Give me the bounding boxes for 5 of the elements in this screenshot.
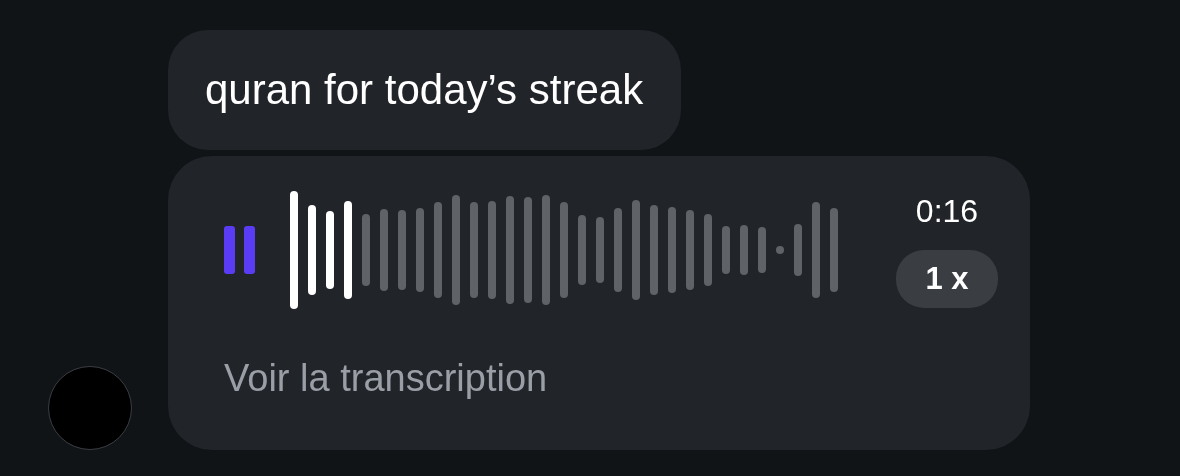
duration-text: 0:16: [915, 192, 979, 230]
transcription-link[interactable]: Voir la transcription: [224, 357, 998, 400]
speed-button[interactable]: 1 x: [896, 249, 998, 308]
message-bubble: quran for today’s streak: [168, 30, 682, 150]
pause-icon[interactable]: [224, 226, 256, 274]
